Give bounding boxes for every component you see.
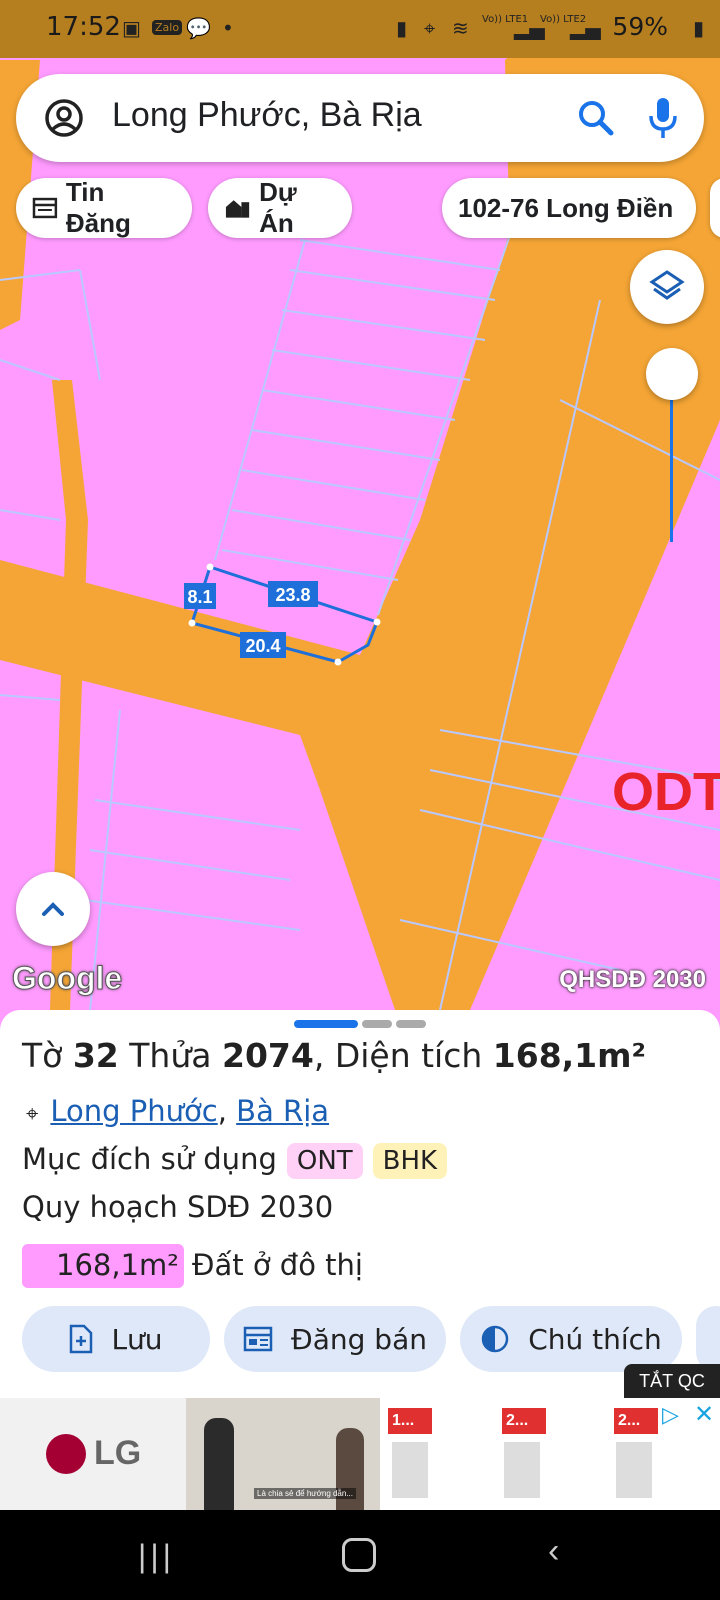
edge-label: 20.4 <box>245 636 280 656</box>
dot-icon: • <box>222 16 234 40</box>
sheet-number: 32 <box>72 1036 119 1075</box>
product-label: 1... <box>388 1408 432 1434</box>
plan-label: Quy hoạch SDĐ 2030 <box>22 1190 334 1224</box>
zone-label: ODT <box>612 762 720 822</box>
back-icon[interactable]: ‹ <box>548 1532 559 1571</box>
google-watermark: Google <box>11 960 123 997</box>
parcel-number: 2074 <box>221 1036 314 1075</box>
search-bar[interactable]: Long Phước, Bà Rịa <box>16 74 704 162</box>
news-icon <box>32 197 58 219</box>
gallery-icon: ▣ <box>122 16 141 40</box>
account-icon[interactable] <box>40 94 88 142</box>
location-row: ⌖ Long Phước, Bà Rịa <box>26 1094 329 1128</box>
city-link[interactable]: Bà Rịa <box>236 1094 329 1128</box>
legend-button[interactable]: Chú thích <box>460 1306 682 1372</box>
add-file-icon <box>70 1324 93 1354</box>
product-label: 2... <box>502 1408 546 1434</box>
purpose-tag-ont[interactable]: ONT <box>286 1143 363 1179</box>
search-icon[interactable] <box>576 98 616 138</box>
ad-video[interactable]: Là chia sẻ để hướng dẫn... <box>186 1398 380 1510</box>
recent-apps-icon[interactable]: ||| <box>138 1538 175 1575</box>
product-image[interactable] <box>616 1442 652 1498</box>
nfc-icon: ▮ <box>396 16 408 40</box>
chevron-up-icon <box>42 902 64 916</box>
more-action-button[interactable] <box>696 1306 720 1372</box>
parcel-title: Tờ 32 Thửa 2074, Diện tích 168,1m² <box>22 1036 646 1075</box>
layer-name-label: QHSDĐ 2030 <box>559 966 706 993</box>
status-time: 17:52 <box>46 12 121 42</box>
video-caption: Là chia sẻ để hướng dẫn... <box>254 1488 356 1499</box>
location-pin-icon: ⌖ <box>26 1102 39 1127</box>
battery-level: 59% <box>612 12 668 41</box>
chip-label: Tin Đăng <box>65 177 131 238</box>
address-chip[interactable]: 102-76 Long Điền <box>442 178 696 238</box>
calendar-icon <box>243 1326 273 1352</box>
edge-label: 8.1 <box>187 587 212 607</box>
lg-logo-icon <box>46 1434 86 1474</box>
signal-icon: ▂▄ <box>570 16 601 40</box>
battery-icon: ▮ <box>692 16 704 40</box>
sheet-page-indicator[interactable] <box>362 1020 392 1028</box>
mic-icon[interactable] <box>648 96 678 140</box>
location-icon: ⌖ <box>424 16 436 40</box>
layers-icon <box>649 270 685 300</box>
chat-icon: 💬 <box>186 16 211 40</box>
chip-label: Dự Án <box>259 177 297 238</box>
post-sale-label: Đăng bán <box>291 1322 427 1356</box>
zoom-slider-thumb[interactable] <box>646 348 698 400</box>
legend-label: Chú thích <box>528 1322 662 1356</box>
title-text: Thửa <box>118 1036 222 1075</box>
person-figure <box>204 1418 234 1510</box>
tin-dang-chip[interactable]: Tin Đăng <box>16 177 192 238</box>
title-text: Tờ <box>22 1036 73 1075</box>
ad-banner[interactable]: LG Là chia sẻ để hướng dẫn... 1... 2... … <box>0 1398 720 1510</box>
purpose-label: Mục đích sử dụng <box>22 1142 277 1176</box>
chip-label: 102-76 Long Điền <box>458 192 674 223</box>
post-sale-button[interactable]: Đăng bán <box>224 1306 446 1372</box>
layers-button[interactable] <box>630 250 704 324</box>
expand-button[interactable] <box>16 872 90 946</box>
product-image[interactable] <box>392 1442 428 1498</box>
title-text: , Diện tích <box>313 1036 493 1075</box>
close-icon[interactable]: ✕ <box>694 1400 714 1429</box>
parcel-area: 168,1m² <box>492 1036 646 1075</box>
sheet-page-indicator-active[interactable] <box>294 1020 358 1028</box>
plan-description: Đất ở đô thị <box>192 1248 363 1282</box>
product-image[interactable] <box>504 1442 540 1498</box>
status-bar: 17:52 ▣ Zalo 💬 • ▮ ⌖ ≋ Vo)) LTE1 ▂▄ Vo))… <box>0 0 720 58</box>
product-label: 2... <box>614 1408 658 1434</box>
du-an-chip[interactable]: Dự Án <box>208 177 352 238</box>
save-button[interactable]: Lưu <box>22 1306 210 1372</box>
zalo-icon: Zalo <box>152 20 183 35</box>
wifi-icon: ≋ <box>452 16 469 40</box>
more-chip[interactable] <box>710 178 720 238</box>
ad-brand: LG <box>94 1434 142 1472</box>
ad-brand-panel[interactable]: LG <box>0 1398 186 1510</box>
navigation-bar: ||| ‹ <box>0 1510 720 1600</box>
contrast-icon <box>481 1325 509 1353</box>
purpose-tag-bhk[interactable]: BHK <box>372 1143 448 1179</box>
search-query[interactable]: Long Phước, Bà Rịa <box>112 96 422 135</box>
location-separator: , <box>217 1094 237 1128</box>
plan-area: 168,1m² <box>56 1248 179 1282</box>
close-ads-button[interactable]: TẮT QC <box>624 1364 720 1398</box>
purpose-row: Mục đích sử dụng ONT BHK <box>22 1142 448 1179</box>
home-icon[interactable] <box>342 1538 376 1572</box>
sheet-page-indicator[interactable] <box>396 1020 426 1028</box>
save-label: Lưu <box>111 1322 163 1356</box>
adchoices-icon[interactable]: ▷ <box>662 1402 679 1428</box>
ward-link[interactable]: Long Phước <box>50 1094 217 1128</box>
buildings-icon <box>225 200 250 218</box>
edge-label: 23.8 <box>275 585 310 605</box>
